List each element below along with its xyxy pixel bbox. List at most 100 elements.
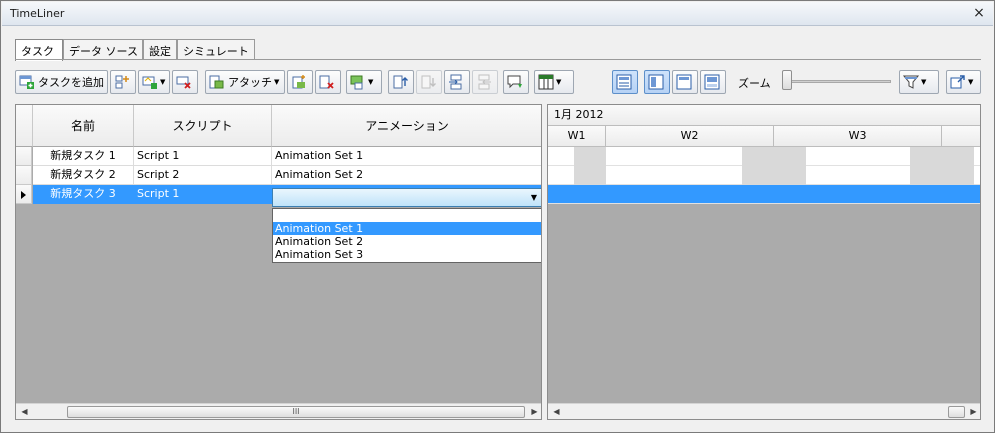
attach-button[interactable]: アタッチ ▼ (205, 70, 285, 94)
week-label: W2 (606, 126, 774, 146)
row-selector[interactable] (16, 166, 32, 185)
move-down-button[interactable] (416, 70, 442, 94)
auto-add-icon (142, 74, 158, 90)
animation-combobox[interactable]: ▼ (272, 188, 541, 207)
script-cell[interactable]: Script 2 (134, 166, 272, 185)
column-header-animation[interactable]: アニメーション (272, 105, 541, 147)
zoom-slider-track[interactable] (787, 80, 891, 83)
delete-task-button[interactable] (172, 70, 198, 94)
column-header-name[interactable]: 名前 (33, 105, 134, 147)
weekend-shade (742, 147, 806, 166)
toolbar: タスクを追加 ▼ アタッチ ▼ ▼ ▼ ズーム ▼ ▼ (15, 69, 981, 97)
auto-attach-button[interactable] (287, 70, 313, 94)
month-header: 1月 2012 (548, 105, 980, 126)
scroll-left-icon[interactable]: ◀ (548, 404, 565, 419)
clear-attach-button[interactable] (315, 70, 341, 94)
script-cell[interactable]: Script 1 (134, 147, 272, 166)
columns-icon (538, 74, 554, 90)
weekend-shade (742, 166, 806, 185)
gantt-row[interactable] (548, 147, 980, 166)
insert-task-button[interactable] (110, 70, 136, 94)
grid-horizontal-scrollbar[interactable]: ◀ III ▶ (16, 403, 541, 419)
view-both-button[interactable] (612, 70, 638, 94)
scroll-right-icon[interactable]: ▶ (965, 404, 980, 419)
weekend-shade (574, 166, 606, 185)
add-comment-button[interactable] (503, 70, 529, 94)
row-selector[interactable] (16, 185, 32, 204)
scroll-right-icon[interactable]: ▶ (526, 404, 541, 419)
clear-attach-icon (319, 74, 335, 90)
chevron-down-icon: ▼ (968, 78, 974, 86)
find-items-button[interactable]: ▼ (346, 70, 382, 94)
scroll-thumb[interactable] (948, 406, 965, 418)
zoom-label: ズーム (738, 77, 771, 90)
export-button[interactable]: ▼ (946, 70, 981, 94)
week-label: W3 (774, 126, 942, 146)
view-both-icon (616, 74, 632, 90)
animation-cell[interactable]: Animation Set 1 (272, 147, 541, 166)
weekend-shade (910, 166, 974, 185)
insert-task-icon (114, 74, 130, 90)
indent-button[interactable] (444, 70, 470, 94)
column-header-script[interactable]: スクリプト (134, 105, 272, 147)
find-items-icon (350, 74, 366, 90)
weekend-shade (574, 147, 606, 166)
gantt-row[interactable] (548, 185, 980, 204)
view-gantt-button[interactable] (672, 70, 698, 94)
attach-icon (209, 74, 225, 90)
chevron-down-icon: ▼ (160, 78, 166, 86)
timeliner-window: TimeLiner × タスク データ ソース 設定 シミュレート タスクを追加… (0, 0, 995, 433)
indent-icon (448, 74, 464, 90)
move-up-button[interactable] (388, 70, 414, 94)
title-bar: TimeLiner × (2, 2, 993, 26)
dropdown-option[interactable]: Animation Set 1 (273, 222, 541, 235)
chevron-down-icon: ▼ (368, 78, 374, 86)
filter-button[interactable]: ▼ (899, 70, 939, 94)
task-name-cell[interactable]: 新規タスク 1 (33, 147, 134, 166)
tab-data-sources[interactable]: データ ソース (63, 39, 143, 60)
comment-icon (507, 74, 523, 90)
view-grid-button[interactable] (644, 70, 670, 94)
view-grid-icon (648, 74, 664, 90)
table-row[interactable]: 新規タスク 2 Script 2 Animation Set 2 (16, 166, 541, 185)
view-chart-button[interactable] (700, 70, 726, 94)
view-chart-icon (704, 74, 720, 90)
export-icon (950, 74, 966, 90)
row-header-corner (16, 105, 33, 147)
view-gantt-icon (676, 74, 692, 90)
attach-label: アタッチ (228, 76, 272, 89)
scroll-thumb[interactable]: III (67, 406, 525, 418)
auto-add-tasks-button[interactable]: ▼ (138, 70, 170, 94)
animation-cell[interactable]: Animation Set 2 (272, 166, 541, 185)
auto-attach-icon (291, 74, 307, 90)
chevron-down-icon: ▼ (556, 78, 562, 86)
task-name-cell[interactable]: 新規タスク 2 (33, 166, 134, 185)
columns-button[interactable]: ▼ (534, 70, 574, 94)
add-task-icon (19, 74, 35, 90)
zoom-slider-thumb[interactable] (782, 70, 792, 90)
task-grid: 名前 スクリプト アニメーション 新規タスク 1 Script 1 Animat… (15, 104, 542, 420)
gantt-row[interactable] (548, 166, 980, 185)
chevron-down-icon: ▼ (921, 78, 927, 86)
chevron-down-icon[interactable]: ▼ (531, 189, 537, 207)
script-cell[interactable]: Script 1 (134, 185, 272, 204)
gantt-chart: 1月 2012 W1 W2 W3 ◀ ▶ (547, 104, 981, 420)
tab-configure[interactable]: 設定 (143, 39, 177, 60)
dropdown-option[interactable]: Animation Set 2 (273, 235, 541, 248)
tab-tasks[interactable]: タスク (15, 39, 63, 61)
tab-simulate[interactable]: シミュレート (177, 39, 255, 60)
row-selector[interactable] (16, 147, 32, 166)
chevron-down-icon: ▼ (274, 78, 280, 86)
dropdown-option[interactable]: Animation Set 3 (273, 248, 541, 261)
week-label: W1 (548, 126, 606, 146)
table-row[interactable]: 新規タスク 1 Script 1 Animation Set 1 (16, 147, 541, 166)
week-header: W1 W2 W3 (548, 126, 980, 147)
gantt-horizontal-scrollbar[interactable]: ◀ ▶ (548, 403, 980, 419)
outdent-icon (476, 74, 492, 90)
add-task-button[interactable]: タスクを追加 (15, 70, 108, 94)
outdent-button[interactable] (472, 70, 498, 94)
weekend-shade (910, 147, 974, 166)
close-icon[interactable]: × (971, 5, 987, 21)
scroll-left-icon[interactable]: ◀ (16, 404, 33, 419)
task-name-cell[interactable]: 新規タスク 3 (33, 185, 134, 204)
